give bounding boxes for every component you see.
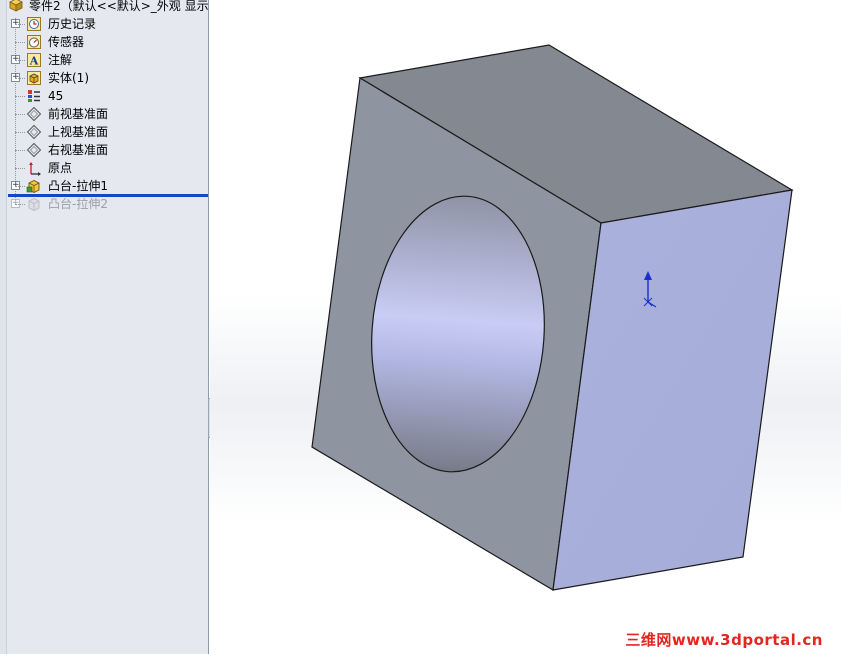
tree-item-origin[interactable]: 原点 bbox=[0, 159, 208, 177]
tree-item-label: 右视基准面 bbox=[48, 143, 109, 157]
tree-item-label: 实体(1) bbox=[48, 71, 89, 85]
tree-item-annotations[interactable]: + A 注解 bbox=[0, 51, 208, 69]
tree-item-boss-extrude2[interactable]: + 凸台-拉伸2 bbox=[0, 195, 208, 213]
tree-item-label: 原点 bbox=[48, 161, 73, 175]
tree-item-label: 注解 bbox=[48, 53, 73, 67]
plane-icon bbox=[26, 124, 42, 140]
plane-icon bbox=[26, 142, 42, 158]
tree-item-label: 传感器 bbox=[48, 35, 85, 49]
annotation-icon: A bbox=[27, 53, 41, 68]
tree-root-label: 零件2（默认<<默认>_外观 显示> bbox=[29, 0, 209, 13]
tree-item-top-plane[interactable]: 上视基准面 bbox=[0, 123, 208, 141]
extrude-icon bbox=[26, 179, 40, 194]
tree-item-front-plane[interactable]: 前视基准面 bbox=[0, 105, 208, 123]
plane-icon bbox=[26, 106, 42, 122]
history-icon bbox=[27, 17, 41, 31]
tree-item-material[interactable]: 45 bbox=[0, 87, 208, 105]
graphics-viewport[interactable]: 三维网www.3dportal.cn bbox=[210, 0, 841, 654]
solid-bodies-icon bbox=[27, 71, 41, 85]
material-icon bbox=[28, 90, 40, 102]
tree-item-label: 45 bbox=[48, 89, 64, 103]
tree-item-solid-bodies[interactable]: + 实体(1) bbox=[0, 69, 208, 87]
tree-item-label: 历史记录 bbox=[48, 17, 97, 31]
tree-item-label: 前视基准面 bbox=[48, 107, 109, 121]
part-icon bbox=[9, 0, 23, 12]
tree-item-label: 上视基准面 bbox=[48, 125, 109, 139]
watermark-text: 三维网www.3dportal.cn bbox=[625, 631, 823, 649]
tree-item-label: 凸台-拉伸2 bbox=[48, 197, 108, 211]
feature-tree-panel: 零件2（默认<<默认>_外观 显示> + 历史记录 传感器 + A 注解 + 实… bbox=[0, 0, 209, 654]
tree-item-history[interactable]: + 历史记录 bbox=[0, 15, 208, 33]
tree-item-sensors[interactable]: 传感器 bbox=[0, 33, 208, 51]
tree-item-right-plane[interactable]: 右视基准面 bbox=[0, 141, 208, 159]
svg-text:A: A bbox=[29, 55, 39, 68]
origin-icon bbox=[29, 162, 41, 176]
tree-root-part[interactable]: 零件2（默认<<默认>_外观 显示> bbox=[0, 0, 208, 15]
tree-item-boss-extrude1[interactable]: + 凸台-拉伸1 bbox=[0, 177, 208, 195]
model-canvas[interactable] bbox=[210, 0, 841, 654]
tree-item-label: 凸台-拉伸1 bbox=[48, 179, 108, 193]
sensor-icon bbox=[27, 35, 41, 49]
extrude-icon bbox=[28, 197, 40, 212]
